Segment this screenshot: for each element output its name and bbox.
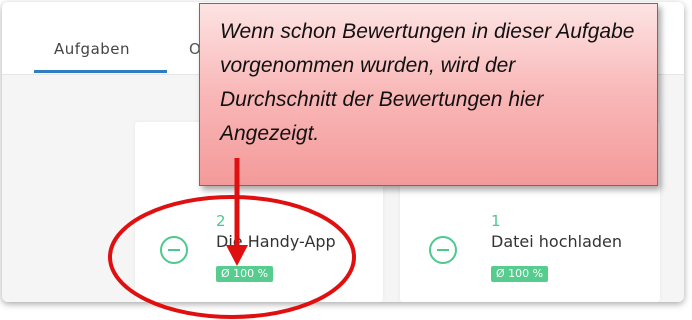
highlight-ellipse-icon <box>108 195 356 319</box>
annotation-overlay <box>108 158 356 319</box>
annotation-arrow-icon <box>226 158 248 266</box>
